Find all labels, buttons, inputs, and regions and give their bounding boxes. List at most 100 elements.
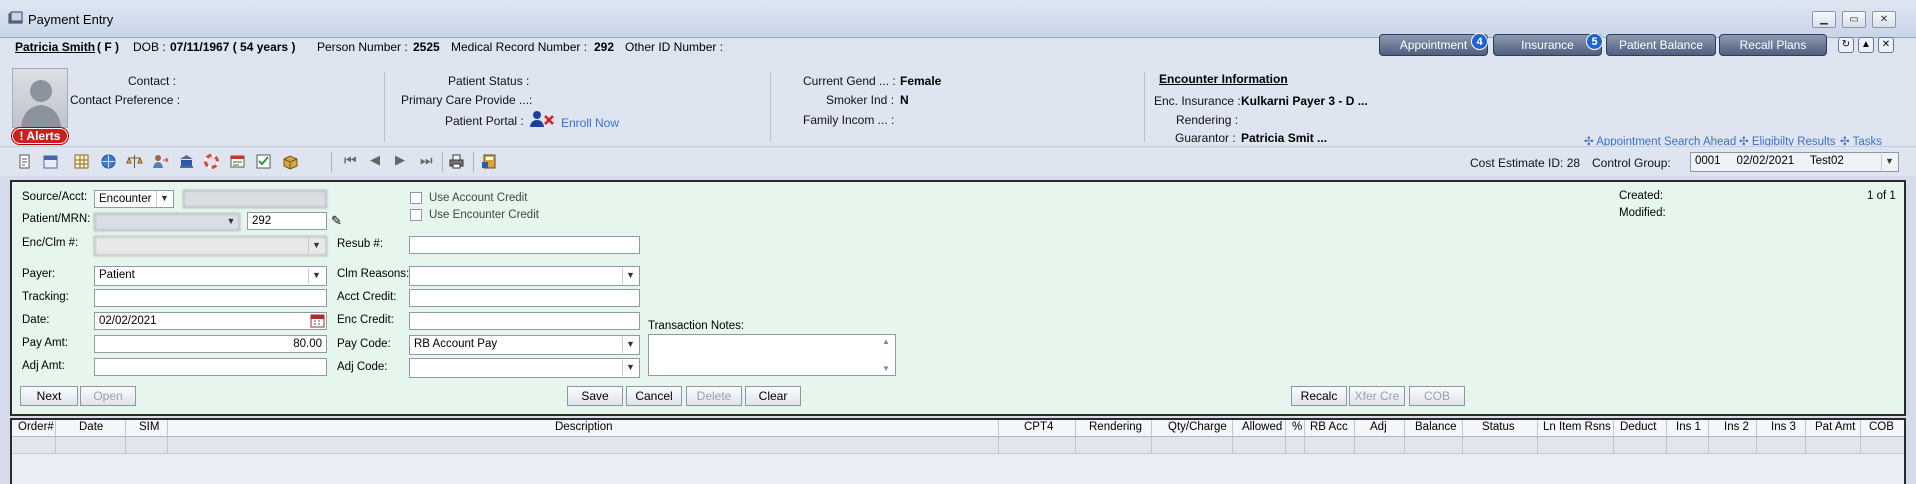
- cancel-button[interactable]: Cancel: [626, 386, 682, 406]
- checklist-icon[interactable]: [255, 153, 272, 170]
- column-order[interactable]: Order#: [18, 421, 54, 433]
- column-ins1[interactable]: Ins 1: [1676, 421, 1701, 433]
- column-cpt4[interactable]: CPT4: [1024, 421, 1053, 433]
- first-record-icon[interactable]: ⏮: [344, 152, 357, 169]
- user-transfer-icon[interactable]: [152, 153, 169, 170]
- scroll-up-icon[interactable]: ▲: [882, 337, 890, 346]
- column-status[interactable]: Status: [1482, 421, 1515, 433]
- close-banner-icon[interactable]: ✕: [1878, 37, 1894, 53]
- patient-balance-button[interactable]: Patient Balance: [1606, 34, 1716, 56]
- use-encounter-credit-checkbox[interactable]: [410, 209, 422, 221]
- close-icon[interactable]: ✕: [1872, 11, 1896, 28]
- alerts-button[interactable]: ! Alerts: [12, 128, 68, 144]
- column-ins2[interactable]: Ins 2: [1724, 421, 1749, 433]
- acct-credit-field[interactable]: [409, 289, 640, 307]
- chevron-down-icon[interactable]: ▼: [622, 337, 638, 353]
- bank-icon[interactable]: [178, 153, 195, 170]
- clear-button[interactable]: Clear: [745, 386, 801, 406]
- pay-code-select[interactable]: RB Account Pay: [409, 335, 640, 355]
- column-cob[interactable]: COB: [1869, 421, 1894, 433]
- column-allowed[interactable]: Allowed: [1242, 421, 1282, 433]
- patient-sex: ( F ): [97, 40, 119, 54]
- enroll-now-link[interactable]: Enroll Now: [561, 116, 619, 130]
- payer-select[interactable]: Patient: [94, 266, 327, 286]
- globe-icon[interactable]: [100, 153, 117, 170]
- title-bar: [0, 0, 1916, 38]
- receipt-icon[interactable]: [16, 153, 33, 170]
- grid-view-icon[interactable]: [73, 153, 90, 170]
- column-date[interactable]: Date: [79, 421, 103, 433]
- refresh-icon[interactable]: ↻: [1838, 37, 1854, 53]
- column-qty-charge[interactable]: Qty/Charge: [1168, 421, 1227, 433]
- chevron-down-icon[interactable]: ▼: [308, 238, 324, 254]
- table-row[interactable]: [12, 437, 1904, 454]
- control-group-select[interactable]: 0001 02/02/2021 Test02: [1690, 152, 1899, 172]
- column-deduct[interactable]: Deduct: [1620, 421, 1656, 433]
- use-account-credit-label: Use Account Credit: [429, 192, 528, 204]
- next-record-icon[interactable]: ▶: [395, 152, 405, 168]
- eraser-icon[interactable]: ✎: [331, 213, 342, 229]
- recall-plans-button[interactable]: Recall Plans: [1719, 34, 1827, 56]
- column-balance[interactable]: Balance: [1415, 421, 1457, 433]
- open-button[interactable]: Open: [80, 386, 136, 406]
- adj-amt-label: Adj Amt:: [22, 360, 65, 372]
- date-field[interactable]: 02/02/2021: [94, 312, 327, 330]
- column-percent[interactable]: %: [1292, 421, 1302, 433]
- encounter-info-title[interactable]: Encounter Information: [1159, 72, 1288, 86]
- account-field[interactable]: [183, 190, 327, 208]
- chevron-down-icon[interactable]: ▼: [223, 214, 239, 230]
- column-adj[interactable]: Adj: [1370, 421, 1387, 433]
- column-ln-item-rsns[interactable]: Ln Item Rsns: [1543, 421, 1611, 433]
- primary-care-label: Primary Care Provide ...:: [401, 93, 533, 107]
- column-ins3[interactable]: Ins 3: [1771, 421, 1796, 433]
- calculator-icon[interactable]: [481, 153, 498, 170]
- clm-reasons-select[interactable]: [409, 266, 640, 286]
- adj-code-select[interactable]: [409, 358, 640, 378]
- enc-credit-field[interactable]: [409, 312, 640, 330]
- minimize-icon[interactable]: ▁: [1812, 11, 1836, 28]
- recalc-button[interactable]: Recalc: [1291, 386, 1347, 406]
- column-pat-amt[interactable]: Pat Amt: [1815, 421, 1855, 433]
- xfer-credit-button[interactable]: Xfer Cre: [1349, 386, 1405, 406]
- column-description[interactable]: Description: [555, 421, 613, 433]
- chevron-down-icon[interactable]: ▼: [156, 191, 172, 207]
- person-number-value: 2525: [413, 40, 440, 54]
- use-account-credit-checkbox[interactable]: [410, 192, 422, 204]
- column-rendering[interactable]: Rendering: [1089, 421, 1142, 433]
- print-icon[interactable]: [448, 153, 465, 170]
- payer-label: Payer:: [22, 268, 56, 280]
- patient-name-link[interactable]: Patricia Smith: [15, 40, 95, 54]
- resub-field[interactable]: [409, 236, 640, 254]
- column-sim[interactable]: SIM: [139, 421, 159, 433]
- chevron-down-icon[interactable]: ▼: [622, 360, 638, 376]
- maximize-icon[interactable]: ▭: [1842, 11, 1866, 28]
- calendar-icon[interactable]: [42, 153, 59, 170]
- header-divider: [770, 72, 771, 142]
- tracking-field[interactable]: [94, 289, 327, 307]
- form-icon[interactable]: [229, 153, 246, 170]
- chevron-down-icon[interactable]: ▼: [308, 268, 324, 284]
- contact-label: Contact :: [128, 74, 177, 88]
- balance-scale-icon[interactable]: [126, 153, 143, 170]
- scroll-down-icon[interactable]: ▼: [882, 364, 890, 373]
- encounter-claim-select[interactable]: [94, 236, 327, 256]
- pay-amt-field[interactable]: 80.00: [94, 335, 327, 353]
- delete-button[interactable]: Delete: [686, 386, 742, 406]
- cob-button[interactable]: COB: [1409, 386, 1465, 406]
- chevron-down-icon[interactable]: ▼: [1881, 154, 1897, 170]
- patient-lookup-field[interactable]: [94, 213, 240, 231]
- save-button[interactable]: Save: [567, 386, 623, 406]
- collapse-icon[interactable]: ▲: [1858, 37, 1874, 53]
- last-record-icon[interactable]: ⏭: [420, 152, 433, 169]
- previous-record-icon[interactable]: ◀: [370, 152, 380, 168]
- package-icon[interactable]: [282, 153, 299, 170]
- calendar-picker-icon[interactable]: [310, 313, 325, 328]
- lifebuoy-icon[interactable]: [203, 153, 220, 170]
- next-button[interactable]: Next: [20, 386, 78, 406]
- column-rb-acc[interactable]: RB Acc: [1310, 421, 1348, 433]
- adj-amt-field[interactable]: [94, 358, 327, 376]
- control-group-value: 0001 02/02/2021 Test02: [1695, 155, 1844, 167]
- transaction-notes-textarea[interactable]: [648, 334, 896, 376]
- mrn-field[interactable]: 292: [247, 212, 327, 230]
- chevron-down-icon[interactable]: ▼: [622, 268, 638, 284]
